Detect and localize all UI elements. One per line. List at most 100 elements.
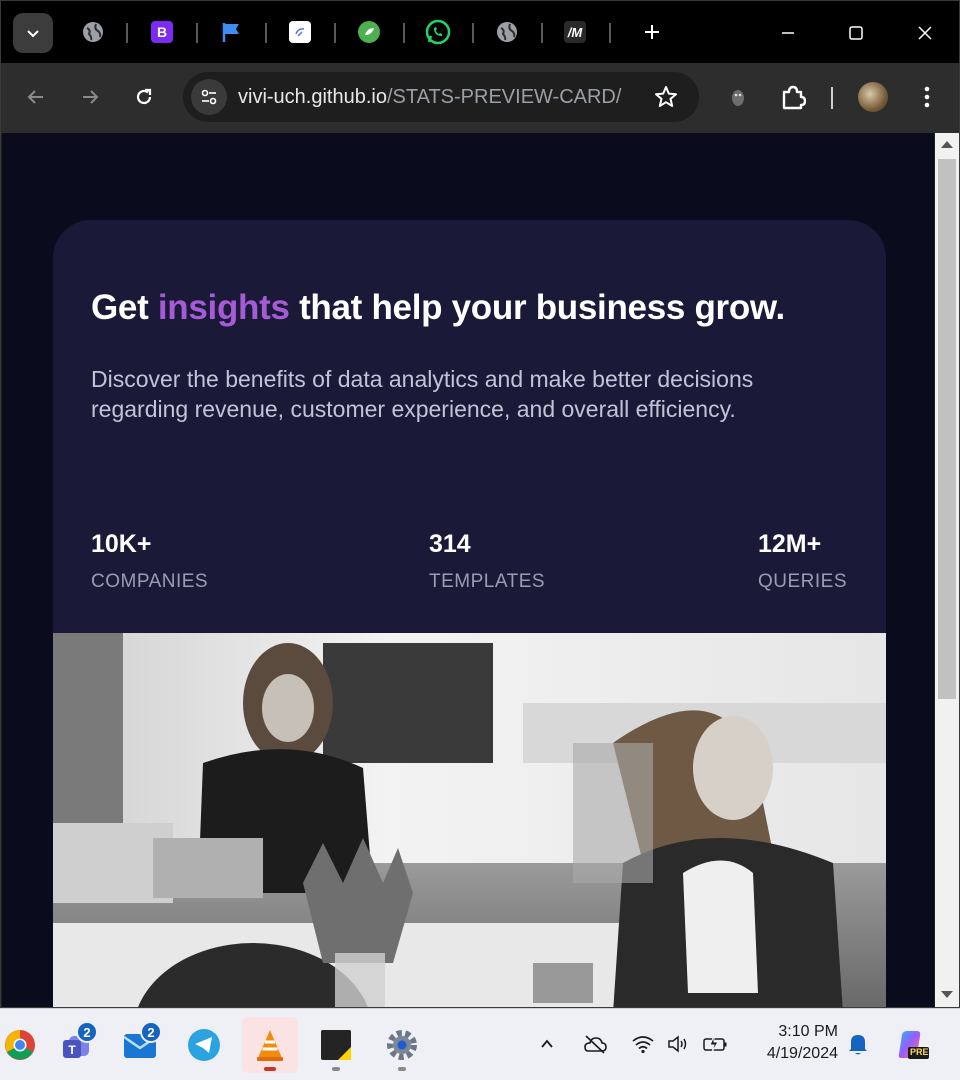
tune-icon — [201, 89, 217, 105]
taskbar-teams[interactable]: T 2 — [48, 1017, 104, 1073]
scroll-down-icon[interactable] — [941, 991, 953, 998]
taskbar-chrome[interactable] — [0, 1017, 40, 1073]
bootstrap-icon: B — [151, 21, 173, 43]
tab-separator — [541, 23, 543, 43]
headline-post: that help your business grow. — [289, 288, 785, 327]
scroll-thumb[interactable] — [938, 159, 956, 699]
taskbar-settings[interactable] — [374, 1017, 430, 1073]
scroll-up-icon[interactable] — [941, 141, 953, 148]
office-team-photo — [53, 633, 886, 1007]
minimize-icon — [782, 32, 794, 34]
browser-window: B /M vivi-uch.github.io/STATS-PREVIEW-CA… — [0, 0, 960, 1008]
tab-search-button[interactable] — [13, 13, 53, 53]
close-button[interactable] — [905, 13, 945, 53]
copilot-pre-label: PRE — [910, 1047, 929, 1057]
page-scrollbar[interactable] — [935, 133, 959, 1007]
chevron-up-icon — [541, 1039, 553, 1048]
card-headline: Get insights that help your business gro… — [91, 288, 871, 328]
browser-toolbar: vivi-uch.github.io/STATS-PREVIEW-CARD/ — [1, 63, 959, 133]
stat-label: QUERIES — [758, 571, 848, 592]
whatsapp-icon — [425, 19, 451, 45]
battery-charging-icon — [703, 1035, 727, 1053]
vlc-icon — [257, 1030, 283, 1061]
toolbar-divider — [831, 87, 833, 109]
tray-volume[interactable] — [663, 1029, 693, 1059]
headline-accent: insights — [157, 288, 290, 327]
tray-battery[interactable] — [700, 1029, 730, 1059]
profile-button[interactable] — [853, 77, 893, 117]
url-host: vivi-uch.github.io — [238, 86, 387, 108]
arrow-right-icon — [83, 90, 99, 104]
tray-copilot[interactable]: PRE — [895, 1027, 929, 1061]
address-bar[interactable]: vivi-uch.github.io/STATS-PREVIEW-CARD/ — [183, 72, 699, 122]
stats-preview-card: Get insights that help your business gro… — [53, 220, 886, 1007]
taskbar-vlc[interactable] — [242, 1017, 298, 1073]
new-tab-button[interactable] — [637, 17, 667, 47]
arrow-left-icon — [27, 90, 43, 104]
url-path: /STATS-PREVIEW-CARD/ — [386, 86, 622, 108]
back-button[interactable] — [16, 77, 56, 117]
more-vert-icon — [924, 86, 930, 108]
tab-flag[interactable] — [216, 17, 246, 47]
tab-globe-1[interactable] — [78, 17, 108, 47]
tab-bootstrap[interactable]: B — [147, 17, 177, 47]
extensions-button[interactable] — [773, 77, 813, 117]
minimize-button[interactable] — [768, 13, 808, 53]
telegram-icon — [188, 1029, 220, 1061]
url-text: vivi-uch.github.io/STATS-PREVIEW-CARD/ — [238, 86, 621, 109]
taskbar-mail[interactable]: 2 — [112, 1017, 168, 1073]
stat-value: 10K+ — [91, 530, 152, 558]
tab-separator — [609, 23, 611, 43]
cloud-offline-icon — [584, 1035, 607, 1054]
puzzle-icon — [782, 85, 806, 110]
svg-text:T: T — [68, 1043, 76, 1057]
taskbar-sticky-notes[interactable] — [308, 1017, 364, 1073]
figma-like-icon — [289, 21, 311, 43]
card-description: Discover the benefits of data analytics … — [91, 366, 754, 422]
tab-globe-2[interactable] — [492, 17, 522, 47]
reload-icon — [136, 88, 152, 105]
tab-mm[interactable]: /M — [560, 17, 590, 47]
clock-date: 4/19/2024 — [766, 1045, 838, 1062]
tab-figma[interactable] — [285, 17, 315, 47]
taskbar-telegram[interactable] — [176, 1017, 232, 1073]
taskbar-clock[interactable]: 3:10 PM 4/19/2024 — [748, 1021, 838, 1065]
site-info-button[interactable] — [191, 79, 227, 115]
stat-label: COMPANIES — [91, 571, 209, 592]
mm-icon: /M — [564, 21, 586, 43]
maximize-icon — [849, 26, 863, 40]
maximize-button[interactable] — [836, 13, 876, 53]
green-app-icon — [358, 21, 380, 43]
teams-badge: 2 — [76, 1021, 98, 1043]
sticky-notes-icon — [321, 1030, 351, 1060]
bell-icon — [849, 1035, 867, 1055]
mail-badge: 2 — [140, 1021, 162, 1043]
tab-green-app[interactable] — [354, 17, 384, 47]
stat-value: 314 — [429, 530, 471, 558]
tab-whatsapp[interactable] — [423, 17, 453, 47]
stat-templates: 314 TEMPLATES — [429, 530, 545, 593]
running-indicator — [332, 1067, 340, 1071]
tab-separator — [196, 23, 198, 43]
stat-queries: 12M+ QUERIES — [758, 530, 847, 593]
chevron-down-icon — [27, 30, 39, 38]
forward-button[interactable] — [70, 77, 110, 117]
extension-owl-button[interactable] — [718, 77, 758, 117]
chrome-icon — [5, 1030, 35, 1060]
avatar — [858, 82, 888, 112]
tray-wifi[interactable] — [628, 1029, 658, 1059]
bookmark-star-button[interactable] — [653, 84, 679, 115]
tray-overflow-button[interactable] — [532, 1029, 562, 1059]
tray-onedrive[interactable] — [580, 1029, 610, 1059]
flag-icon — [222, 23, 239, 42]
reload-button[interactable] — [124, 77, 164, 117]
plus-icon — [645, 25, 659, 39]
globe-icon — [83, 22, 103, 42]
browser-menu-button[interactable] — [907, 77, 947, 117]
globe-icon — [497, 22, 517, 42]
tray-notifications[interactable] — [843, 1029, 873, 1059]
wifi-icon — [632, 1036, 654, 1054]
tab-separator — [472, 23, 474, 43]
tab-separator — [334, 23, 336, 43]
page-viewport: Get insights that help your business gro… — [2, 133, 934, 1007]
